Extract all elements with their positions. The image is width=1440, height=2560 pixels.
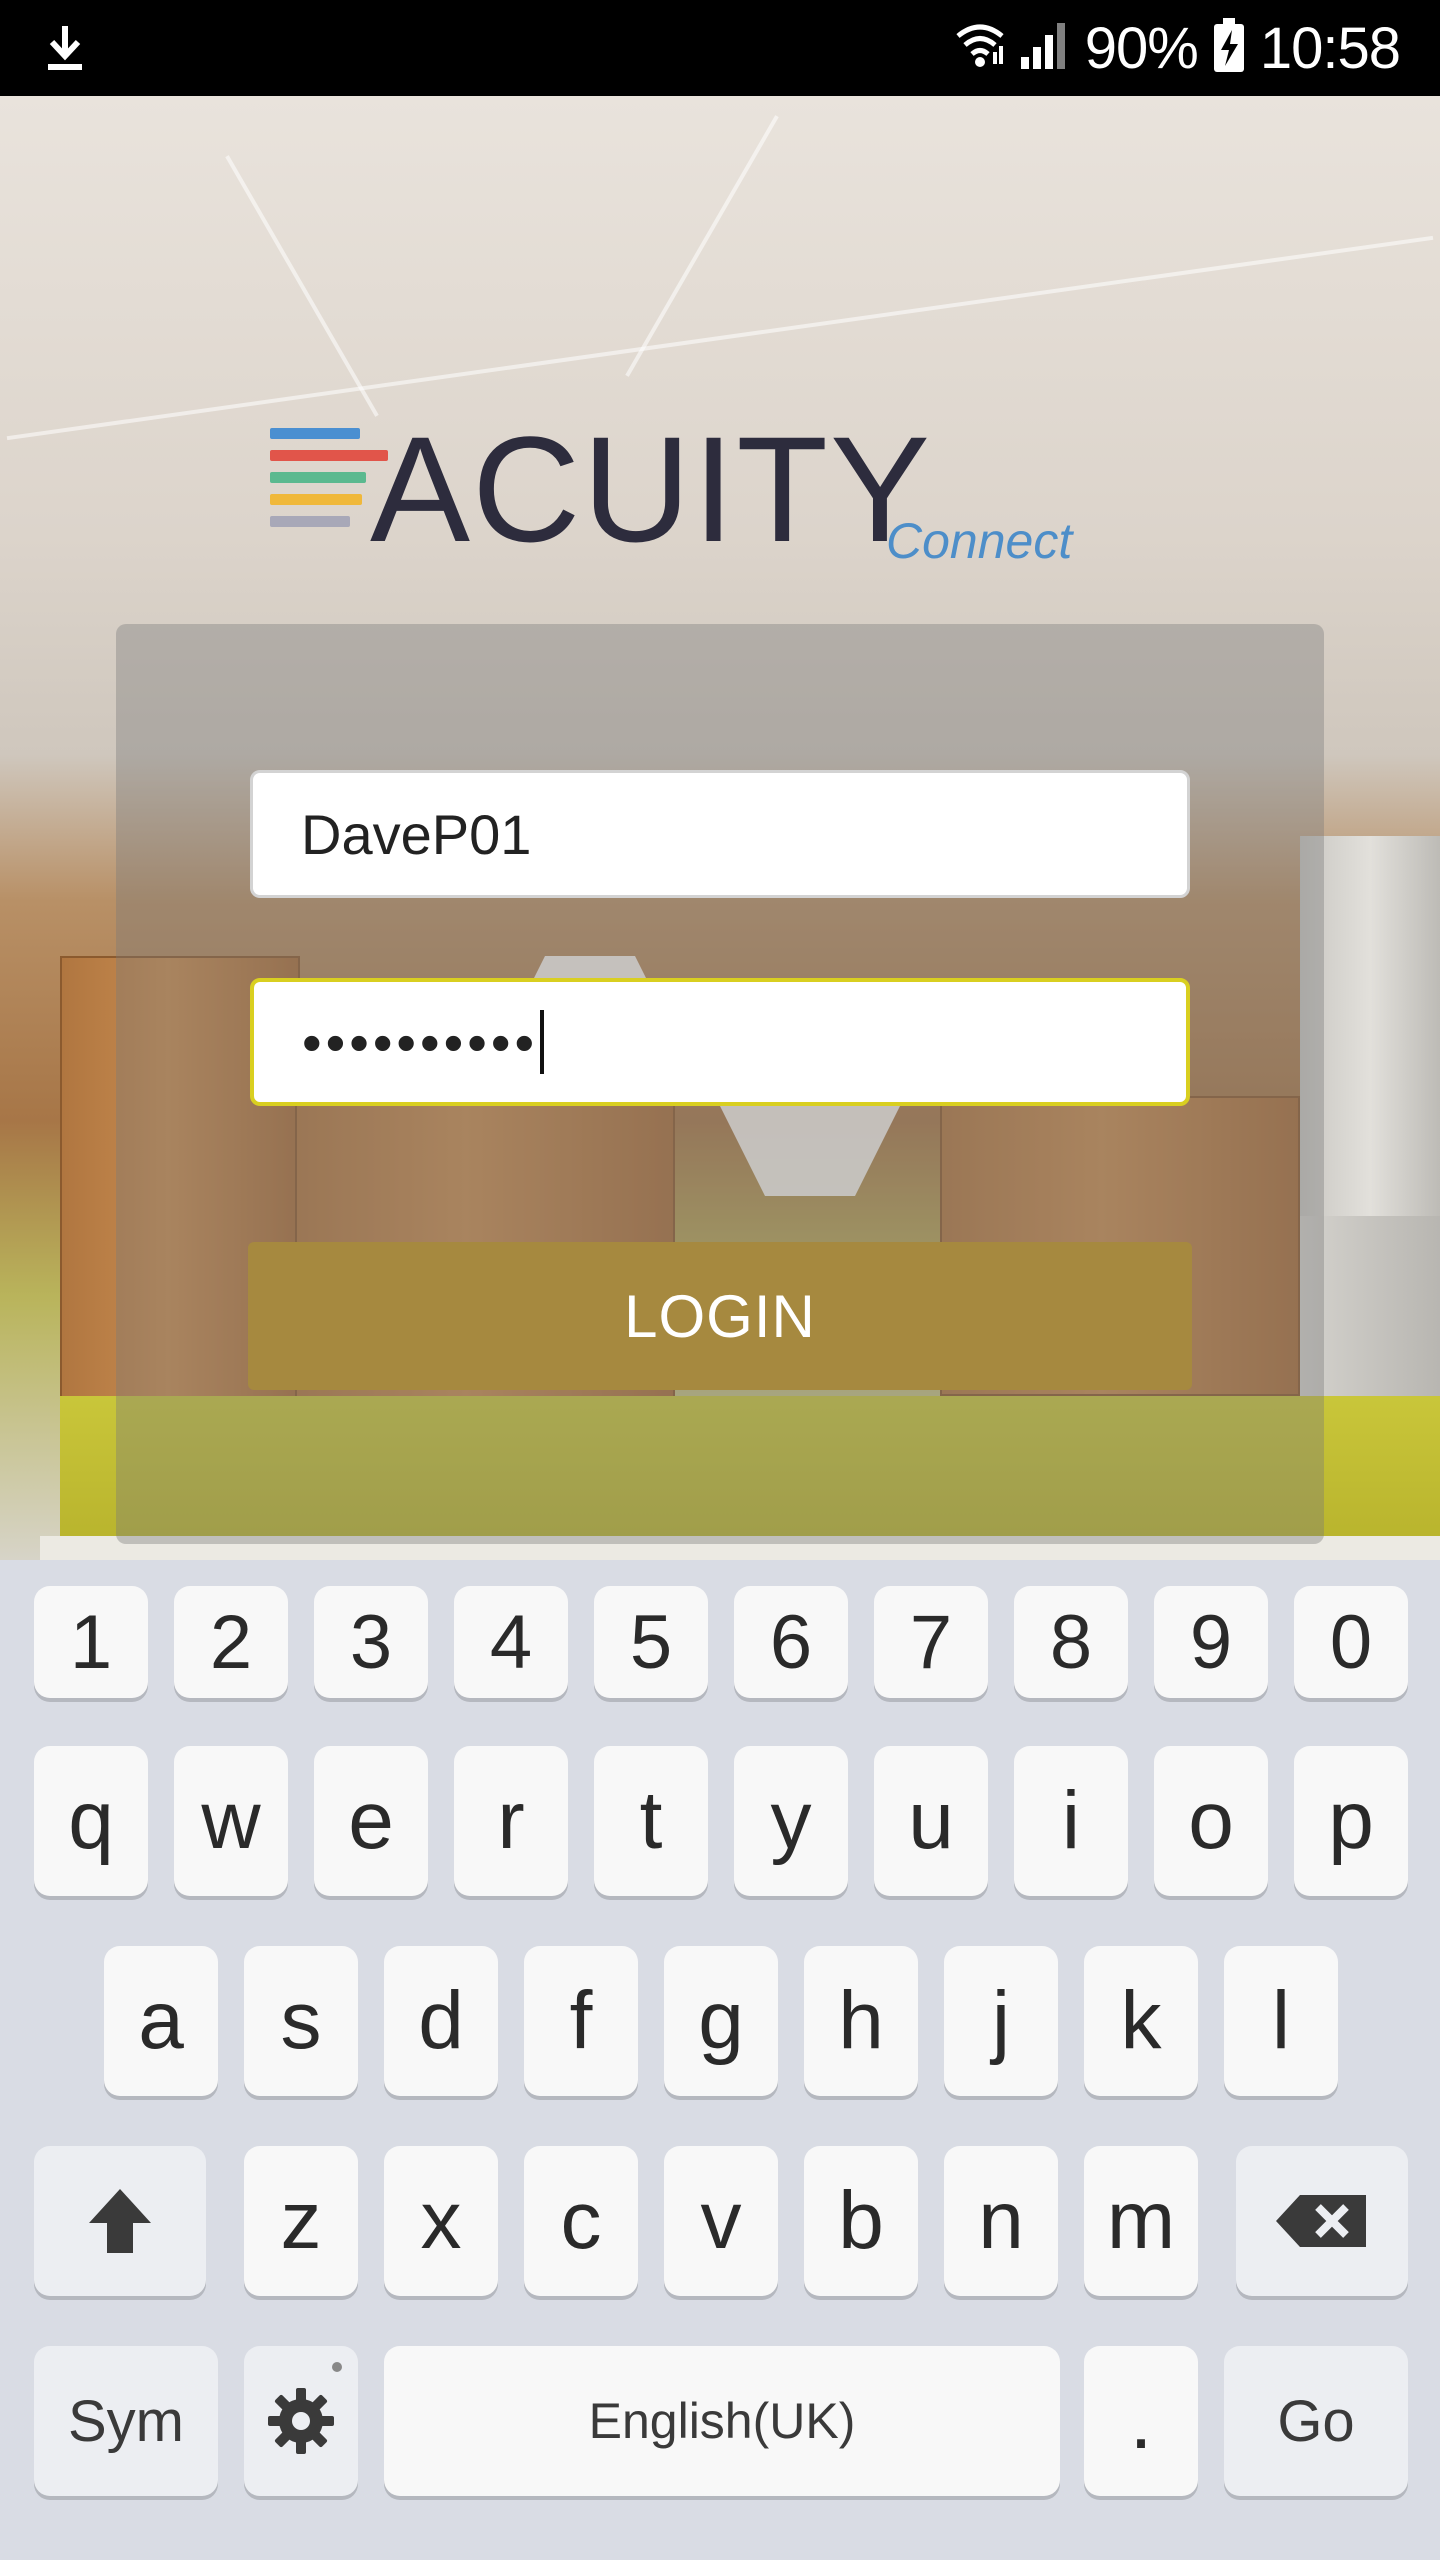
key-e[interactable]: e	[314, 1746, 428, 1896]
key-v[interactable]: v	[664, 2146, 778, 2296]
key-9[interactable]: 9	[1154, 1586, 1268, 1698]
key-7[interactable]: 7	[874, 1586, 988, 1698]
logo-subtitle: Connect	[886, 513, 1073, 569]
password-field[interactable]: ••••••••••	[250, 978, 1190, 1106]
key-z[interactable]: z	[244, 2146, 358, 2296]
key-b[interactable]: b	[804, 2146, 918, 2296]
key-6[interactable]: 6	[734, 1586, 848, 1698]
key-o[interactable]: o	[1154, 1746, 1268, 1896]
key-5[interactable]: 5	[594, 1586, 708, 1698]
username-field[interactable]: DaveP01	[250, 770, 1190, 898]
key-x[interactable]: x	[384, 2146, 498, 2296]
key-m[interactable]: m	[1084, 2146, 1198, 2296]
wifi-icon	[955, 18, 1005, 79]
sym-label: Sym	[68, 2388, 184, 2454]
settings-dot	[332, 2362, 342, 2372]
shift-key[interactable]	[34, 2146, 206, 2296]
key-3[interactable]: 3	[314, 1586, 428, 1698]
key-d[interactable]: d	[384, 1946, 498, 2096]
shift-arrow-icon	[89, 2189, 151, 2253]
key-a[interactable]: a	[104, 1946, 218, 2096]
key-8[interactable]: 8	[1014, 1586, 1128, 1698]
key-4[interactable]: 4	[454, 1586, 568, 1698]
key-w[interactable]: w	[174, 1746, 288, 1896]
login-panel: DaveP01 •••••••••• LOGIN	[116, 624, 1324, 1544]
key-y[interactable]: y	[734, 1746, 848, 1896]
key-u[interactable]: u	[874, 1746, 988, 1896]
period-key[interactable]: .	[1084, 2346, 1198, 2496]
key-r[interactable]: r	[454, 1746, 568, 1896]
go-key[interactable]: Go	[1224, 2346, 1408, 2496]
username-value: DaveP01	[301, 802, 532, 866]
key-q[interactable]: q	[34, 1746, 148, 1896]
gear-icon	[268, 2388, 334, 2454]
key-g[interactable]: g	[664, 1946, 778, 2096]
key-t[interactable]: t	[594, 1746, 708, 1896]
backspace-key[interactable]	[1236, 2146, 1408, 2296]
key-1[interactable]: 1	[34, 1586, 148, 1698]
key-i[interactable]: i	[1014, 1746, 1128, 1896]
key-s[interactable]: s	[244, 1946, 358, 2096]
clock: 10:58	[1259, 15, 1401, 81]
space-key[interactable]: English(UK)	[384, 2346, 1060, 2496]
battery-percent: 90%	[1084, 15, 1199, 81]
key-p[interactable]: p	[1294, 1746, 1408, 1896]
go-label: Go	[1277, 2388, 1355, 2454]
logo-name: ACUITY	[370, 405, 933, 573]
sym-key[interactable]: Sym	[34, 2346, 218, 2496]
status-bar: 90% 10:58	[0, 0, 1440, 96]
signal-icon	[1019, 21, 1071, 76]
on-screen-keyboard: 1 2 3 4 5 6 7 8 9 0 q w e r t y u i o p …	[0, 1560, 1440, 2560]
key-h[interactable]: h	[804, 1946, 918, 2096]
key-f[interactable]: f	[524, 1946, 638, 2096]
settings-key[interactable]	[244, 2346, 358, 2496]
password-value: ••••••••••	[302, 1010, 539, 1074]
download-icon	[40, 22, 90, 74]
key-n[interactable]: n	[944, 2146, 1058, 2296]
login-button[interactable]: LOGIN	[248, 1242, 1192, 1390]
key-l[interactable]: l	[1224, 1946, 1338, 2096]
key-k[interactable]: k	[1084, 1946, 1198, 2096]
key-0[interactable]: 0	[1294, 1586, 1408, 1698]
key-j[interactable]: j	[944, 1946, 1058, 2096]
battery-charging-icon	[1212, 17, 1246, 79]
acuity-connect-logo: ACUITY Connect	[270, 414, 1110, 570]
text-cursor	[540, 1010, 545, 1074]
key-c[interactable]: c	[524, 2146, 638, 2296]
backspace-icon	[1276, 2195, 1366, 2247]
space-label: English(UK)	[588, 2393, 856, 2449]
key-2[interactable]: 2	[174, 1586, 288, 1698]
